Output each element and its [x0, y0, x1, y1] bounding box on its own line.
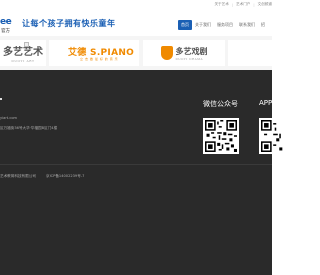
- site-logo[interactable]: ee 官方: [0, 16, 20, 34]
- wechat-qr-title: 微信公众号: [203, 100, 238, 108]
- top-links: 关于艺术 | 艺术门户 | 文创频道: [214, 2, 272, 7]
- site-slogan: 让每个孩子拥有快乐童年: [22, 18, 116, 28]
- footer-address: 区万福街36号大华·华福园B区门4楼: [0, 126, 58, 130]
- nav-item-home[interactable]: 首页: [178, 20, 192, 30]
- site-footer: yiart.com 区万福街36号大华·华福园B区门4楼 微信公众号 APP 艺…: [0, 70, 295, 275]
- qr-code-icon: [261, 120, 293, 152]
- brand-name: 多艺艺术: [3, 47, 43, 58]
- wechat-qr-code: [203, 118, 239, 154]
- brand-card-duoyi-art[interactable]: 多艺艺术 DUOYI ART: [0, 40, 46, 66]
- footer-icp[interactable]: 京ICP备14002239号-7: [46, 174, 84, 179]
- drama-mask-icon: [160, 46, 173, 60]
- top-strip: 关于艺术 | 艺术门户 | 文创频道: [0, 0, 272, 12]
- footer-divider: [0, 164, 272, 165]
- brand-card-duoyi-drama[interactable]: 多艺戏剧 DUOYI DRAMA: [143, 40, 225, 66]
- top-link-art-portal[interactable]: 艺术门户: [236, 2, 250, 7]
- top-link-about-art[interactable]: 关于艺术: [214, 2, 228, 7]
- nav-item-about[interactable]: 关于我们: [192, 20, 214, 30]
- brand-card-spiano[interactable]: 艾德 S.PIANO 立 志 做 最 好 的 音 乐: [49, 40, 139, 66]
- nav-item-recruit[interactable]: 招: [258, 20, 268, 30]
- brand-logo-spiano: 艾德 S.PIANO 立 志 做 最 好 的 音 乐: [66, 42, 134, 64]
- footer-bullet: [0, 98, 2, 100]
- top-link-separator: |: [253, 2, 255, 7]
- top-link-culture[interactable]: 文创频道: [258, 2, 272, 7]
- main-nav: 首页 关于我们 服务项目 联系我们 招: [178, 20, 268, 30]
- site-header: ee 官方 让每个孩子拥有快乐童年 首页 关于我们 服务项目 联系我们 招: [0, 12, 272, 34]
- brand-logo-duoyi-art: 多艺艺术 DUOYI ART: [3, 43, 43, 63]
- brand-logo-duoyi-drama: 多艺戏剧 DUOYI DRAMA: [160, 46, 208, 61]
- brand-tagline: 立 志 做 最 好 的 音 乐: [80, 57, 119, 61]
- qr-code-icon: [205, 120, 237, 152]
- nav-item-contact[interactable]: 联系我们: [236, 20, 258, 30]
- logo-text: ee: [0, 17, 12, 27]
- app-qr-code: [259, 118, 295, 154]
- broken-image-icon: [24, 42, 29, 47]
- brand-text: 多艺戏剧 DUOYI DRAMA: [176, 46, 208, 61]
- top-link-separator: |: [231, 2, 234, 7]
- brand-english-name: DUOYI DRAMA: [175, 56, 203, 61]
- logo-subtext: 官方: [1, 29, 10, 34]
- brand-name: 多艺戏剧: [175, 45, 208, 56]
- footer-website[interactable]: yiart.com: [0, 116, 17, 120]
- footer-copyright: 艺术教育科技有限公司: [0, 174, 36, 178]
- footer-contact-title: [0, 96, 30, 104]
- nav-item-services[interactable]: 服务项目: [214, 20, 236, 30]
- brand-banner: 多艺艺术 DUOYI ART 艾德 S.PIANO 立 志 做 最 好 的 音 …: [0, 36, 272, 70]
- app-qr-title: APP: [259, 99, 273, 107]
- brand-english-name: DUOYI ART: [11, 59, 35, 63]
- brand-card-partial[interactable]: [228, 40, 272, 66]
